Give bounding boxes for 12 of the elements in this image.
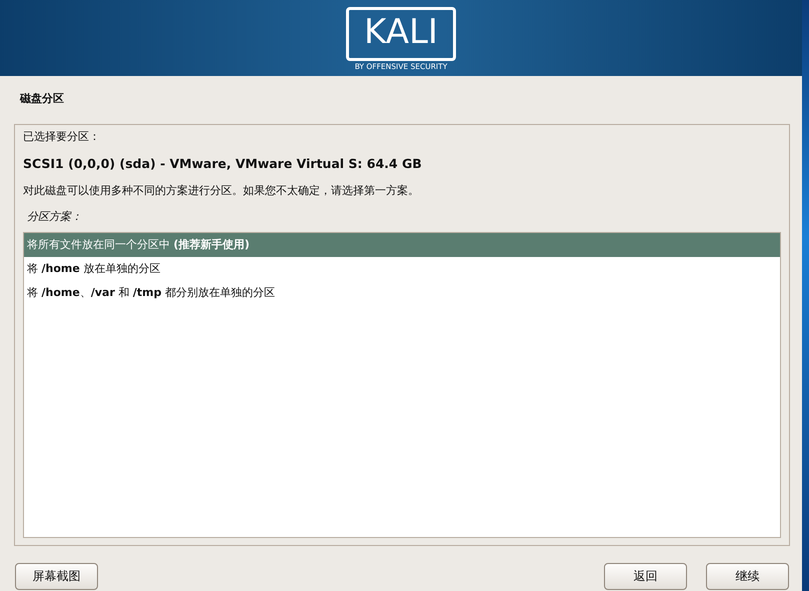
disk-name: SCSI1 (0,0,0) (sda) - VMware, VMware Virtual S: 64.4 GB [23,156,423,173]
continue-button[interactable]: 继续 [706,563,789,590]
selected-label: 已选择要分区： [23,130,101,145]
option-item[interactable]: 将 /home 放在单独的分区 [24,257,780,281]
description: 对此磁盘可以使用多种不同的方案进行分区。如果您不太确定，请选择第一方案。 [23,184,420,199]
logo-text: KALI [346,7,456,61]
scheme-label: 分区方案： [26,210,83,225]
page-title: 磁盘分区 [18,91,65,107]
option-item[interactable]: 将 /home、/var 和 /tmp 都分别放在单独的分区 [24,281,780,305]
screenshot-button[interactable]: 屏幕截图 [15,563,98,590]
option-item[interactable]: 将所有文件放在同一个分区中 (推荐新手使用) [24,233,780,257]
back-button[interactable]: 返回 [604,563,687,590]
